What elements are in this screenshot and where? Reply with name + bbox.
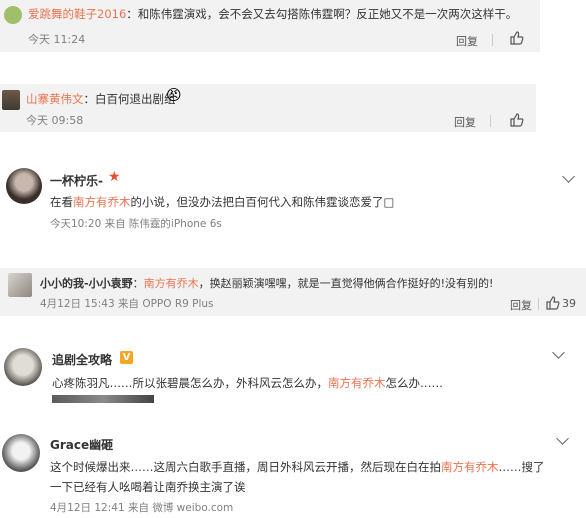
divider xyxy=(490,115,491,127)
reply-button[interactable]: 回复 xyxy=(454,114,476,130)
username-link[interactable]: 一杯柠乐- xyxy=(50,172,103,189)
topic-link[interactable]: 南方有乔木 xyxy=(441,460,499,474)
comment-text: 心疼陈羽凡……所以张碧晨怎么办，外科风云怎么办， xyxy=(52,376,328,390)
like-count: 39 xyxy=(562,297,576,310)
timestamp: 今天10:20 来自 陈伟霆的iPhone 6s xyxy=(50,218,222,230)
comment-card-6: Grace幽砸 这个时候爆出来……这周六白歌手直播，周日外科风云开播，然后现在白… xyxy=(0,426,586,518)
avatar[interactable] xyxy=(6,168,42,204)
topic-link[interactable]: 南方有乔木 xyxy=(328,376,386,390)
topic-link[interactable]: 南方有乔木 xyxy=(73,195,131,209)
comment-text: ：和陈伟霆演戏，会不会又去勾搭陈伟霆啊？反正她又不是一次两次这样干。 xyxy=(126,7,518,21)
comment-line: 山寨黄伟文：白百何退出剧组 xyxy=(26,91,176,107)
avatar[interactable] xyxy=(4,6,22,24)
comment-text: 在看 xyxy=(50,195,73,209)
timestamp: 今天 09:58 xyxy=(26,114,84,127)
username-link[interactable]: Grace幽砸 xyxy=(50,436,113,453)
thumbs-up-icon[interactable] xyxy=(510,31,524,45)
comment-line: 爱跳舞的鞋子2016：和陈伟霆演戏，会不会又去勾搭陈伟霆啊？反正她又不是一次两次… xyxy=(28,6,517,22)
image-strip xyxy=(52,395,154,403)
avatar[interactable] xyxy=(2,434,40,472)
avatar[interactable] xyxy=(4,348,42,386)
comment-text: 的小说，但没办法把白百何代入和陈伟霆谈恋爱了□ xyxy=(130,195,395,209)
comment-text: ：白百何退出剧组 xyxy=(83,92,176,106)
comment-text-line2: 一下已经有人吆喝着让南乔换主演了诶 xyxy=(50,480,246,494)
username-link[interactable]: 小小的我-小小袁野 xyxy=(40,277,133,290)
avatar[interactable] xyxy=(8,273,32,297)
chevron-down-icon[interactable] xyxy=(562,170,575,183)
topic-link[interactable]: 南方有乔木 xyxy=(144,277,199,290)
comment-line: 小小的我-小小袁野：南方有乔木，换赵丽颖演嘿嘿，就是一直觉得他俩合作挺好的!没有… xyxy=(40,275,493,291)
comment-card-3: 一杯柠乐- ★ 在看南方有乔木的小说，但没办法把白百何代入和陈伟霆谈恋爱了□ 今… xyxy=(0,160,586,236)
comment-line: 在看南方有乔木的小说，但没办法把白百何代入和陈伟霆谈恋爱了□ xyxy=(50,194,394,210)
comment-text: 怎么办…… xyxy=(385,376,444,390)
reply-button[interactable]: 回复 xyxy=(456,33,478,49)
timestamp: 4月12日 15:43 来自 OPPO R9 Plus xyxy=(40,298,214,310)
divider xyxy=(538,298,539,310)
reply-button[interactable]: 回复 xyxy=(510,297,532,313)
username-link[interactable]: 追剧全攻略 xyxy=(52,351,112,368)
timestamp: 4月12日 12:41 来自 微博 weibo.com xyxy=(50,502,234,514)
comment-card-5: 追剧全攻略 V 心疼陈羽凡……所以张碧晨怎么办，外科风云怎么办，南方有乔木怎么办… xyxy=(0,342,586,406)
thumbs-up-icon[interactable] xyxy=(546,296,560,310)
timestamp: 今天 11:24 xyxy=(28,33,86,46)
divider xyxy=(492,34,493,46)
username-link[interactable]: 爱跳舞的鞋子2016 xyxy=(28,7,126,21)
avatar[interactable] xyxy=(2,90,20,110)
comment-card-4: 小小的我-小小袁野：南方有乔木，换赵丽颖演嘿嘿，就是一直觉得他俩合作挺好的!没有… xyxy=(0,268,586,316)
thumbs-up-icon[interactable] xyxy=(510,113,524,127)
username-link[interactable]: 山寨黄伟文 xyxy=(26,92,84,106)
comment-card-2: 山寨黄伟文：白百何退出剧组 😠 今天 09:58 回复 xyxy=(0,84,536,132)
comment-line: 心疼陈羽凡……所以张碧晨怎么办，外科风云怎么办，南方有乔木怎么办…… xyxy=(52,375,443,391)
comment-text: 这个时候爆出来……这周六白歌手直播，周日外科风云开播，然后现在白在拍 xyxy=(50,460,441,474)
comment-card-1: 爱跳舞的鞋子2016：和陈伟霆演戏，会不会又去勾搭陈伟霆啊？反正她又不是一次两次… xyxy=(0,0,540,52)
comment-text: ，换赵丽颖演嘿嘿，就是一直觉得他俩合作挺好的!没有别的! xyxy=(198,277,494,290)
chevron-down-icon[interactable] xyxy=(556,432,569,445)
angry-emoji-icon: 😠 xyxy=(166,86,182,104)
chevron-down-icon[interactable] xyxy=(552,346,565,359)
comment-line: 这个时候爆出来……这周六白歌手直播，周日外科风云开播，然后现在白在拍南方有乔木…… xyxy=(50,459,545,475)
verified-badge-icon: V xyxy=(120,351,133,364)
star-badge-icon: ★ xyxy=(108,169,121,185)
comment-text: ： xyxy=(132,277,144,290)
comment-text: ……搜了 xyxy=(498,460,545,474)
